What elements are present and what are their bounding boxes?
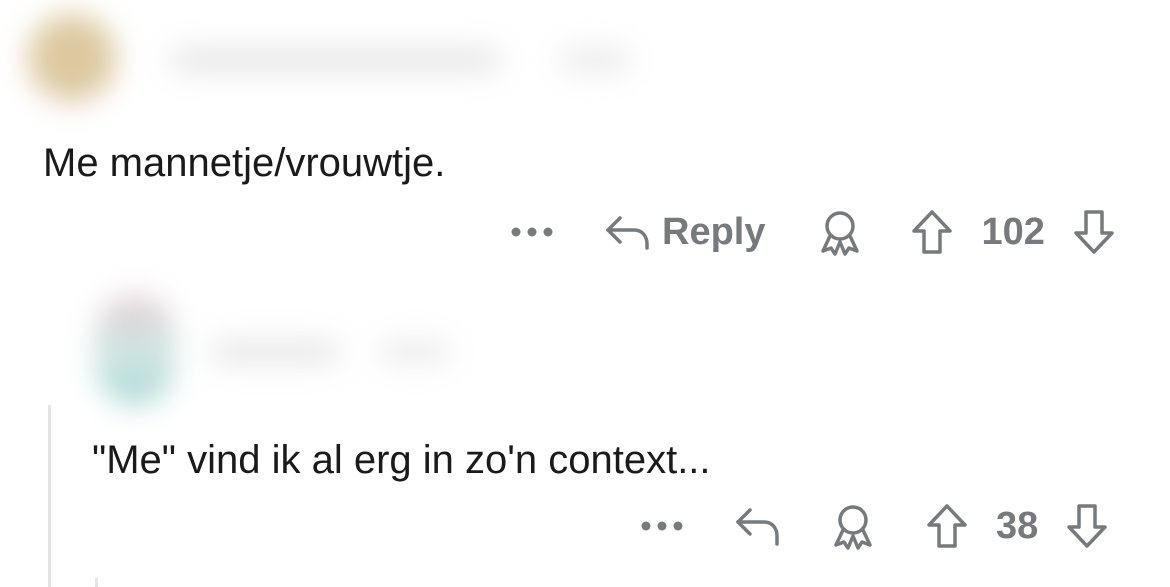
thread-line[interactable] bbox=[48, 405, 51, 587]
comment-1-timestamp bbox=[560, 48, 630, 72]
reply-arrow-icon bbox=[604, 212, 650, 252]
comment-2-username[interactable] bbox=[210, 341, 340, 363]
comment-2-timestamp bbox=[380, 341, 450, 363]
comment-2-avatar[interactable] bbox=[95, 295, 175, 405]
comment-2-header-redacted bbox=[60, 275, 520, 415]
comment-1-body: Me mannetje/vrouwtje. bbox=[43, 141, 446, 185]
comment-2-actions: 38 bbox=[640, 496, 1108, 556]
vote-count: 38 bbox=[996, 504, 1039, 547]
upvote-icon[interactable] bbox=[926, 503, 968, 549]
more-icon[interactable] bbox=[640, 496, 684, 556]
upvote-icon[interactable] bbox=[911, 209, 953, 255]
reply-button[interactable]: Reply bbox=[604, 211, 765, 254]
comment-thread: Me mannetje/vrouwtje. Reply 102 "Me" vin… bbox=[0, 0, 1170, 587]
comment-1-header-redacted bbox=[0, 0, 660, 120]
comment-1-avatar[interactable] bbox=[28, 14, 116, 102]
vote-count: 102 bbox=[981, 210, 1045, 253]
more-icon[interactable] bbox=[510, 202, 554, 262]
comment-1-username[interactable] bbox=[170, 48, 500, 72]
downvote-icon[interactable] bbox=[1066, 503, 1108, 549]
comment-1-actions: Reply 102 bbox=[510, 202, 1115, 262]
reply-arrow-icon[interactable] bbox=[734, 504, 780, 548]
downvote-icon[interactable] bbox=[1073, 209, 1115, 255]
comment-2-body: "Me" vind ik al erg in zo'n context... bbox=[92, 438, 711, 482]
award-icon[interactable] bbox=[828, 501, 878, 551]
reply-label: Reply bbox=[662, 210, 766, 253]
award-icon[interactable] bbox=[815, 207, 865, 257]
nested-thread-line[interactable] bbox=[95, 578, 98, 587]
